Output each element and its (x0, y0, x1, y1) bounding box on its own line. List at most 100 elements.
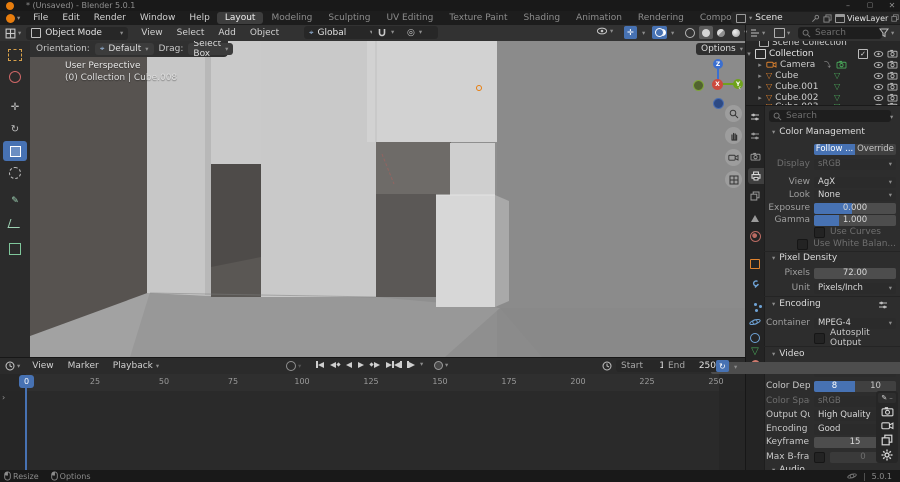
autosplit-row[interactable]: Autosplit Output (814, 328, 896, 348)
maximize-button[interactable]: ▢ (862, 1, 878, 9)
depth-10-option[interactable]: 10 (855, 380, 896, 392)
use-curves-row[interactable]: Use Curves (814, 226, 896, 238)
tab-view-layer[interactable] (747, 188, 763, 204)
chevron-down-icon[interactable]: ▾ (671, 30, 674, 37)
jump-to-end-button[interactable] (386, 361, 394, 368)
menu-render[interactable]: Render (87, 13, 133, 23)
override-option[interactable]: Override (855, 143, 896, 155)
workspace-tab-uv-editing[interactable]: UV Editing (378, 12, 441, 24)
step-back-button[interactable] (394, 361, 402, 368)
follow-scene-option[interactable]: Follow ... (814, 143, 855, 155)
outliner-filter-button[interactable]: ▾ (879, 28, 894, 38)
navigation-gizmo[interactable]: Z X Y (685, 53, 745, 113)
tab-output[interactable] (748, 168, 764, 184)
3d-viewport[interactable]: Orientation: ⌖ Default ▾ Drag: Select Bo… (30, 41, 745, 357)
section-color-management[interactable]: ▾ Color Management (772, 127, 865, 137)
tab-render[interactable] (747, 148, 763, 164)
end-frame-field[interactable]: End 250 (663, 360, 721, 372)
ortho-toggle-button[interactable] (725, 171, 742, 188)
hide-eye-icon[interactable] (873, 49, 884, 59)
color-depth-toggle[interactable]: 8 10 (814, 380, 896, 392)
use-curves-checkbox[interactable] (814, 226, 825, 238)
chevron-down-icon[interactable]: ▾ (890, 114, 893, 121)
copy-viewlayer-icon[interactable] (891, 14, 899, 22)
tab-particles[interactable] (747, 296, 763, 312)
orientation-dropdown[interactable]: ⌖ Default ▾ (94, 43, 154, 55)
playhead-flag[interactable]: 0 (19, 375, 34, 388)
disable-render-icon[interactable] (887, 60, 898, 69)
tool-transform[interactable] (3, 163, 27, 183)
chevron-down-icon[interactable]: ▾ (642, 30, 645, 37)
exposure-slider[interactable]: 0.000 (814, 202, 896, 214)
outliner-display-mode[interactable]: ▾ (750, 28, 765, 38)
menu-file[interactable]: File (26, 13, 55, 23)
gizmo-z-neg-axis[interactable] (713, 98, 724, 109)
stopwatch-icon[interactable] (602, 361, 612, 371)
start-frame-field[interactable]: Start1 (616, 360, 670, 372)
channel-expander-icon[interactable]: › (2, 393, 5, 402)
show-gizmo-toggle[interactable]: ✛ (624, 26, 637, 39)
copy-icon[interactable] (881, 434, 893, 446)
network-status-icon[interactable] (847, 471, 857, 481)
play-button[interactable] (358, 361, 364, 368)
next-keyframe-button[interactable] (369, 361, 380, 368)
properties-editor-type-button[interactable] (747, 109, 763, 125)
tab-modifiers[interactable] (747, 276, 763, 292)
menu-edit[interactable]: Edit (55, 13, 86, 23)
timeline-track-area[interactable]: › (0, 391, 745, 471)
play-reverse-button[interactable] (346, 361, 352, 368)
keying-set-button[interactable]: ▾ (434, 361, 448, 370)
tool-select-box[interactable] (3, 45, 27, 65)
outliner-row-collection[interactable]: ▾ Collection ✓ (746, 48, 900, 59)
camera-view-button[interactable] (725, 149, 742, 166)
editor-type-button[interactable]: ▾ (0, 28, 26, 39)
show-overlays-toggle[interactable] (652, 26, 667, 39)
look-dropdown[interactable]: None ▾ (814, 189, 896, 201)
mode-selector[interactable]: Object Mode ▾ (26, 26, 129, 40)
3d-scene[interactable] (30, 41, 745, 357)
encoding-presets-icon[interactable] (878, 300, 888, 310)
menu-view[interactable]: View (134, 28, 169, 38)
tab-world[interactable] (747, 228, 763, 244)
menu-object[interactable]: Object (243, 28, 286, 38)
tab-physics[interactable] (747, 314, 763, 330)
disable-render-icon[interactable] (887, 71, 898, 80)
annotate-mini-button[interactable]: ✎ – (878, 393, 896, 403)
disclosure-icon[interactable]: ▸ (757, 61, 763, 69)
gizmo-y-neg-axis[interactable] (693, 80, 704, 91)
drag-dropdown[interactable]: Select Box ▾ (188, 41, 234, 59)
pan-button[interactable] (725, 127, 742, 144)
view-transform-dropdown[interactable]: AgX ▾ (814, 176, 896, 188)
workspace-tab-animation[interactable]: Animation (568, 12, 630, 24)
shading-solid-button[interactable] (699, 26, 713, 39)
shading-wireframe-button[interactable] (682, 26, 698, 39)
workspace-tab-texture-paint[interactable]: Texture Paint (441, 12, 515, 24)
shading-material-button[interactable] (714, 26, 728, 39)
container-dropdown[interactable]: MPEG-4 ▾ (814, 317, 896, 329)
timeline-editor-type-button[interactable]: ▾ (0, 361, 25, 371)
workspace-tab-rendering[interactable]: Rendering (630, 12, 692, 24)
workspace-tab-modeling[interactable]: Modeling (263, 12, 320, 24)
section-encoding[interactable]: ▾ Encoding (772, 299, 821, 309)
jump-to-start-button[interactable] (316, 361, 324, 368)
tool-scale[interactable] (3, 141, 27, 161)
tool-move[interactable]: ✛ (3, 97, 27, 117)
unit-dropdown[interactable]: Pixels/Inch ▾ (814, 282, 896, 294)
max-bframes-checkbox[interactable] (814, 451, 825, 463)
timeline-menu-view[interactable]: View (25, 361, 60, 371)
tool-rotate[interactable]: ↻ (3, 119, 27, 139)
workspace-tab-sculpting[interactable]: Sculpting (320, 12, 378, 24)
disable-render-icon[interactable] (887, 82, 898, 91)
playback-sync-button[interactable]: ↻ (716, 360, 729, 372)
workspace-tab-shading[interactable]: Shading (515, 12, 568, 24)
tool-measure[interactable] (3, 213, 27, 233)
camera-icon[interactable] (881, 406, 894, 417)
color-management-mode-toggle[interactable]: Follow ... Override (814, 143, 896, 155)
use-white-balance-checkbox[interactable] (797, 238, 809, 250)
viewlayer-selector[interactable]: ViewLayer (832, 12, 900, 24)
prev-keyframe-button[interactable] (330, 361, 341, 368)
proportional-editing-button[interactable]: ◎ ▾ (402, 26, 438, 39)
minimize-button[interactable]: – (840, 1, 856, 10)
copy-scene-icon[interactable] (823, 14, 832, 23)
video-camera-icon[interactable] (881, 420, 894, 431)
